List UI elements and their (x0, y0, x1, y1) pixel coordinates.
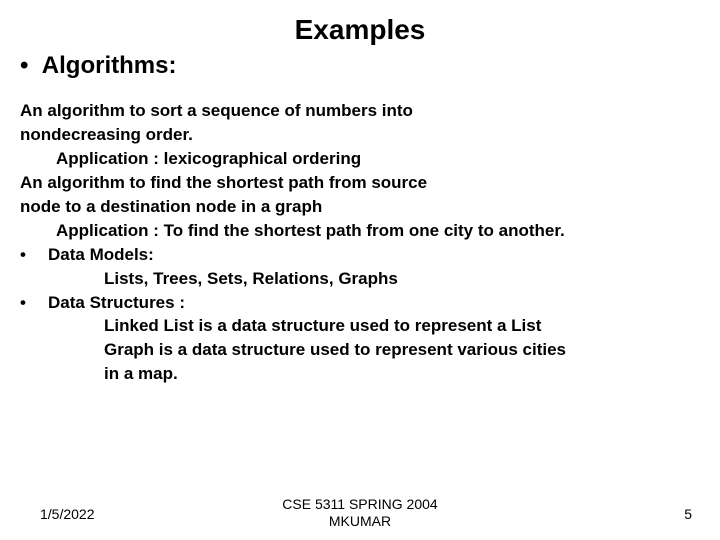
body-line: An algorithm to sort a sequence of numbe… (20, 100, 700, 123)
footer-course-line1: CSE 5311 SPRING 2004 (282, 496, 437, 512)
slide-title: Examples (20, 14, 700, 46)
bullet-icon: • (20, 52, 36, 80)
bullet-icon: • (20, 244, 48, 267)
bullet-item: •Data Models: (20, 244, 700, 267)
bullet-icon: • (20, 292, 48, 315)
body-line-indent: in a map. (20, 363, 700, 386)
body-line: An algorithm to find the shortest path f… (20, 172, 700, 195)
bullet-text: Data Structures : (48, 293, 185, 312)
footer-course: CSE 5311 SPRING 2004 MKUMAR (0, 496, 720, 530)
footer-page-number: 5 (684, 506, 692, 522)
body-line: nondecreasing order. (20, 124, 700, 147)
bullet-item: •Data Structures : (20, 292, 700, 315)
body-line-indent: Application : lexicographical ordering (20, 148, 700, 171)
body-line: node to a destination node in a graph (20, 196, 700, 219)
slide-subheading: • Algorithms: (20, 52, 700, 80)
body-line-indent: Graph is a data structure used to repres… (20, 339, 700, 362)
body-line-indent: Linked List is a data structure used to … (20, 315, 700, 338)
body-line-indent: Lists, Trees, Sets, Relations, Graphs (20, 268, 700, 291)
subheading-text: Algorithms: (42, 52, 177, 79)
body-line-indent: Application : To find the shortest path … (20, 220, 700, 243)
footer-course-line2: MKUMAR (329, 513, 391, 529)
bullet-text: Data Models: (48, 245, 154, 264)
slide-body: An algorithm to sort a sequence of numbe… (20, 100, 700, 386)
